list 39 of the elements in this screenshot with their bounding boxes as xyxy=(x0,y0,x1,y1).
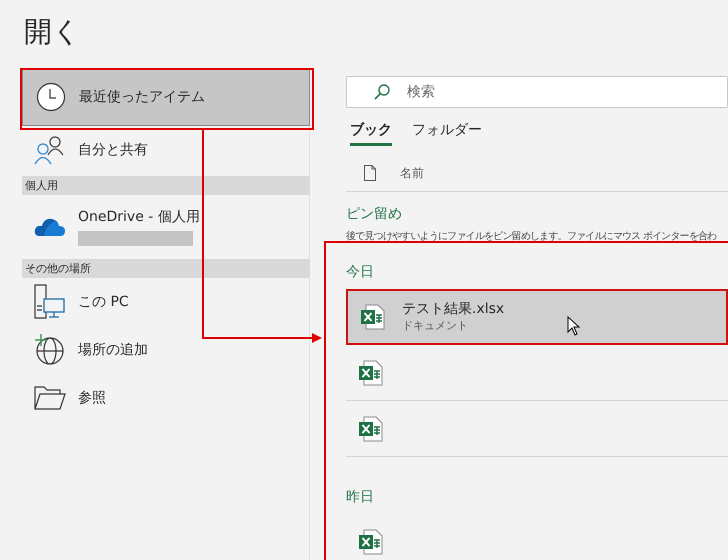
file-type: ドキュメント xyxy=(402,318,469,334)
nav-label: 自分と共有 xyxy=(78,140,148,160)
section-header: その他の場所 xyxy=(22,259,310,278)
document-icon xyxy=(364,164,376,180)
file-row[interactable]: テスト結果.xlsx ドキュメント xyxy=(346,289,728,345)
pinned-hint: 後で見つけやすいようにファイルをピン留めします。ファイルにマウス ポインターを合わ xyxy=(346,230,716,244)
page-title: 開く xyxy=(24,14,81,50)
spreadsheet-file-icon xyxy=(358,360,384,386)
nav-item[interactable]: この PC xyxy=(22,278,310,326)
nav-label: 場所の追加 xyxy=(78,340,148,360)
nav-item[interactable]: 自分と共有 xyxy=(22,126,310,174)
search-input: 検索 xyxy=(407,82,687,102)
people-icon xyxy=(34,135,66,165)
search-icon xyxy=(373,83,391,101)
spreadsheet-file-icon xyxy=(358,528,384,554)
nav-label: この PC xyxy=(78,292,129,312)
mouse-cursor-icon xyxy=(567,316,581,336)
tab[interactable]: ブック xyxy=(350,118,392,146)
tab[interactable]: フォルダー xyxy=(412,118,482,146)
nav-label: 参照 xyxy=(78,388,106,408)
file-name: テスト結果.xlsx xyxy=(402,300,504,318)
nav-label: OneDrive - 個人用 xyxy=(78,208,200,226)
search-field[interactable]: 検索 xyxy=(346,76,728,108)
section-header: 個人用 xyxy=(22,176,310,195)
section-heading: ピン留め xyxy=(346,205,403,224)
group-heading: 昨日 xyxy=(346,488,375,507)
nav-item[interactable]: 最近使ったアイテム xyxy=(22,68,310,126)
clock-icon xyxy=(36,82,66,112)
nav-item[interactable]: 参照 xyxy=(22,374,310,422)
computer-icon xyxy=(34,284,66,320)
spreadsheet-file-icon xyxy=(358,416,384,442)
group-heading: 今日 xyxy=(346,263,375,282)
nav-label: 最近使ったアイテム xyxy=(79,88,205,106)
globe-add-icon xyxy=(34,334,66,366)
column-header[interactable]: 名前 xyxy=(400,164,424,182)
spreadsheet-file-icon xyxy=(360,304,386,330)
folder-icon xyxy=(34,386,66,410)
nav-item[interactable]: 場所の追加 xyxy=(22,326,310,374)
nav-item[interactable]: OneDrive - 個人用 xyxy=(22,195,310,257)
